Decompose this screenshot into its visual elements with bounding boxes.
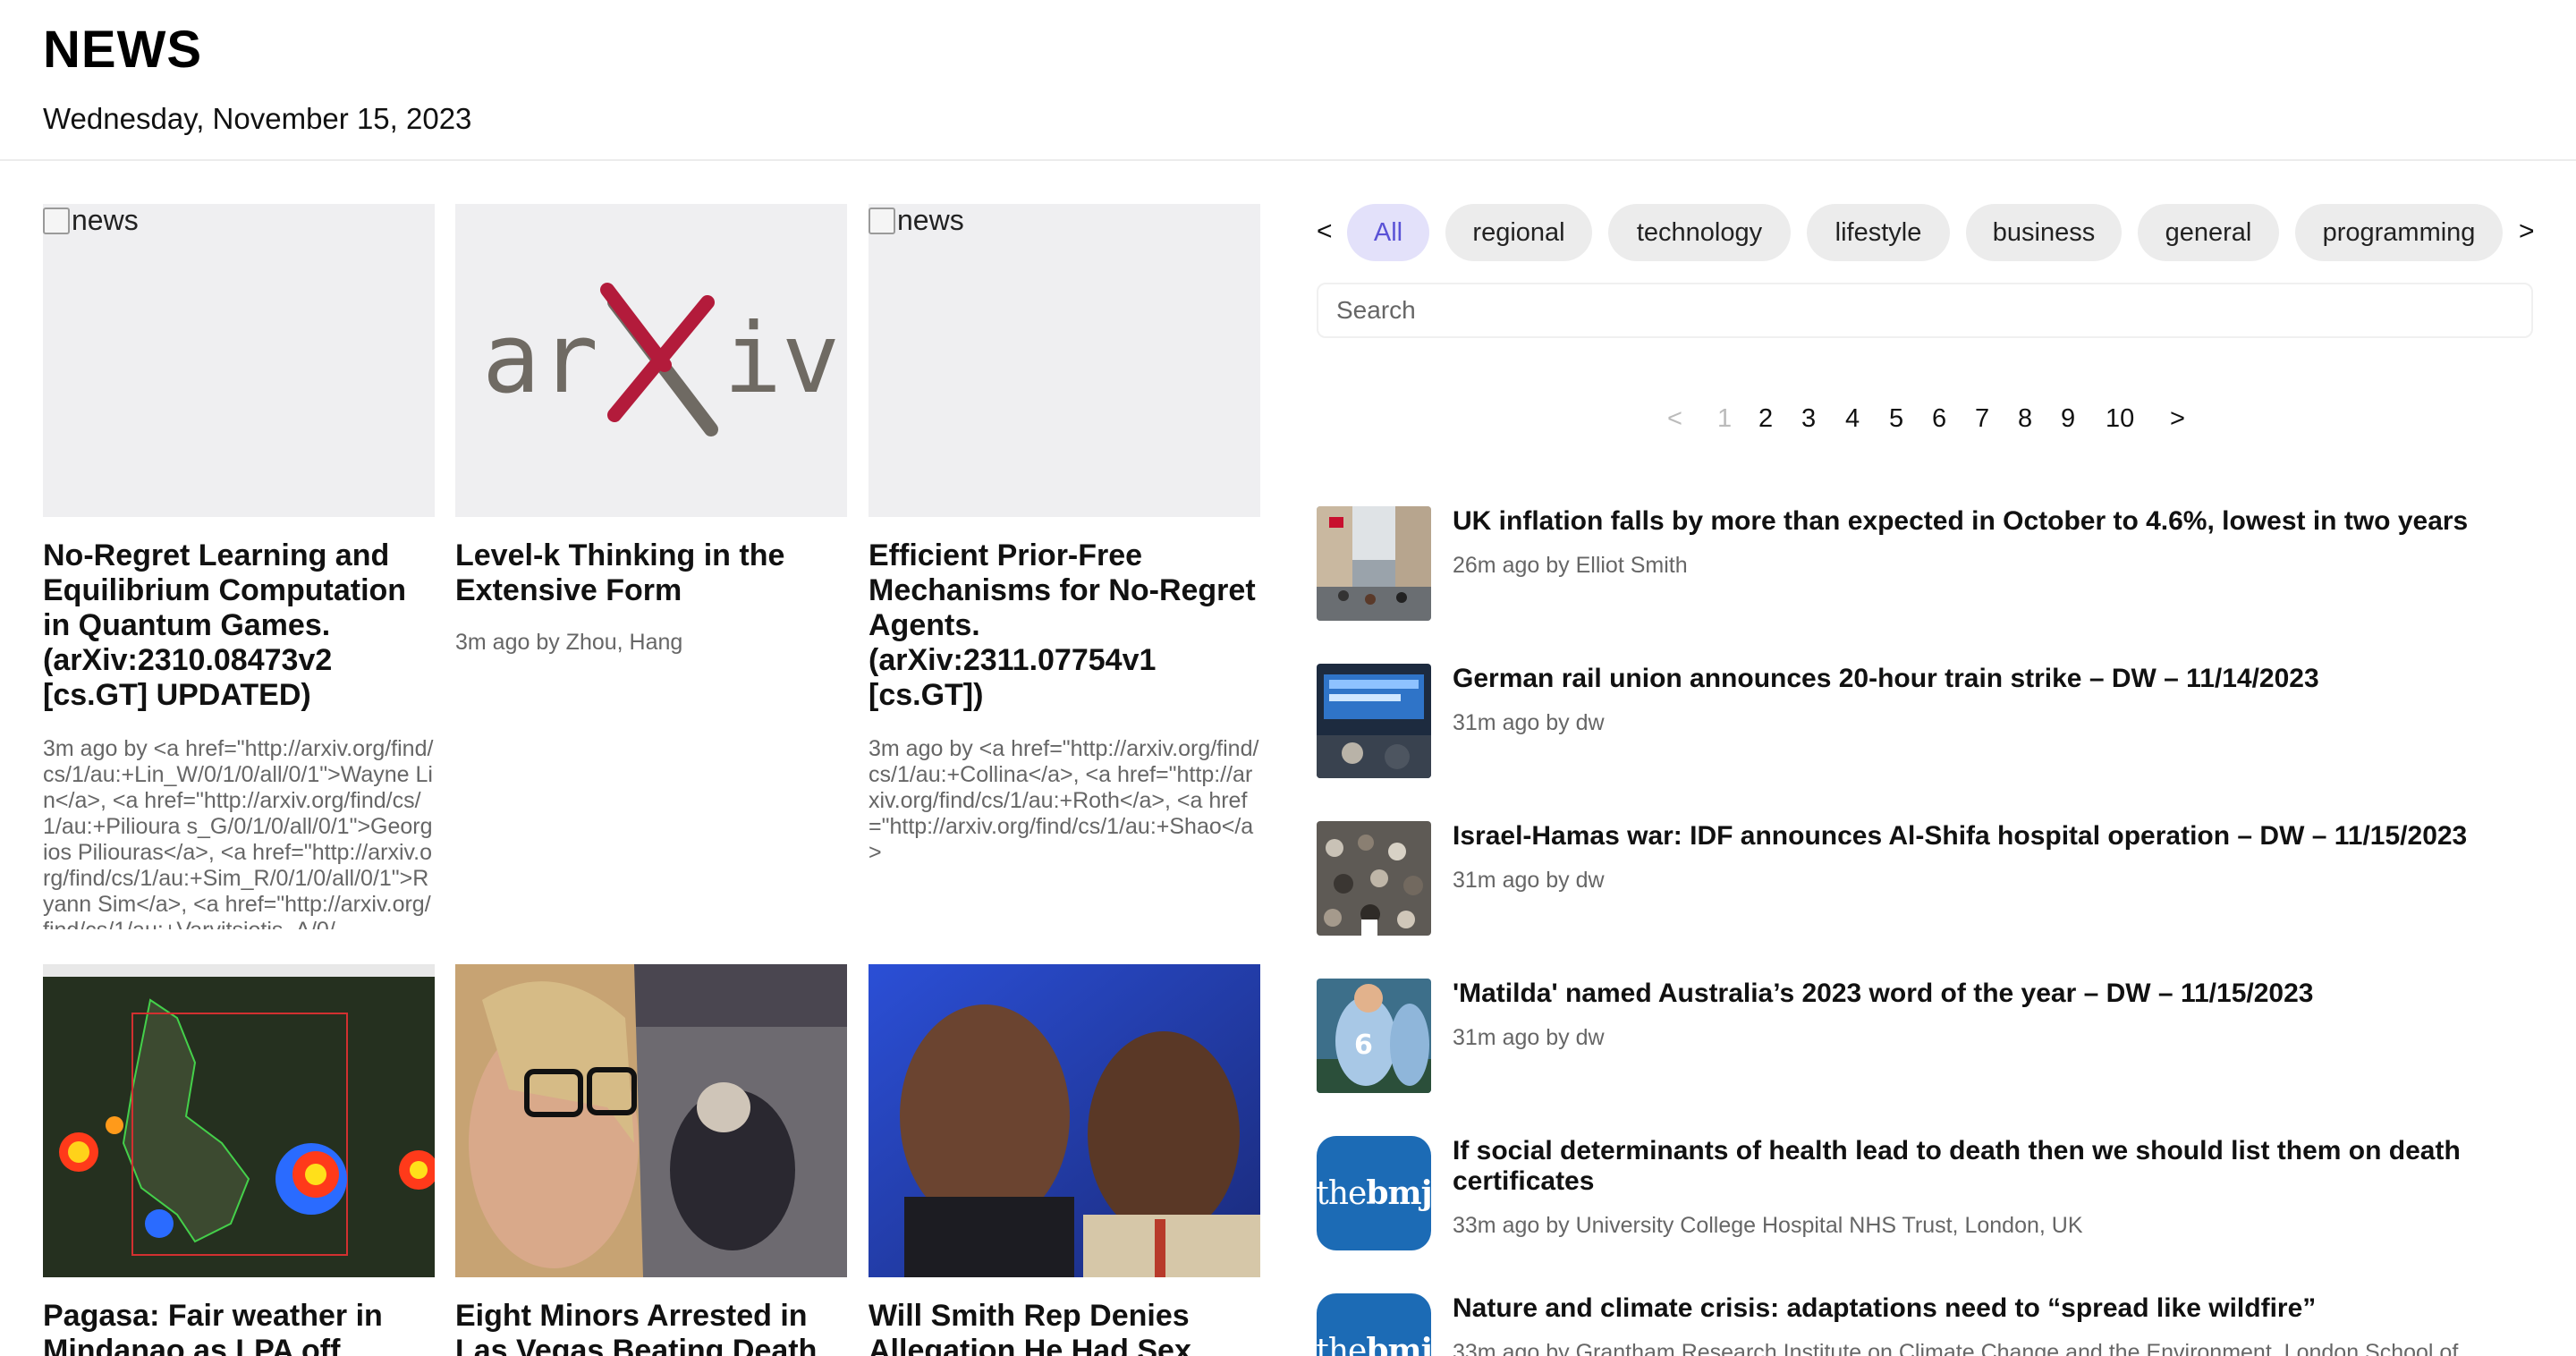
- bmj-logo: the bmj: [1317, 1293, 1431, 1356]
- will-smith-photo-image: [869, 964, 1260, 1277]
- card-title[interactable]: Level-k Thinking in the Extensive Form: [455, 538, 847, 608]
- news-title[interactable]: UK inflation falls by more than expected…: [1453, 506, 2526, 537]
- news-list-item[interactable]: the bmj If social determinants of health …: [1317, 1136, 2551, 1252]
- news-list-item[interactable]: 6 'Matilda' named Australia’s 2023 word …: [1317, 979, 2551, 1095]
- pagination-page-2[interactable]: 2: [1758, 404, 1773, 434]
- news-card[interactable]: ar iv Level-k Thinking in the Extensive …: [455, 204, 847, 656]
- card-image[interactable]: news: [43, 204, 435, 517]
- news-meta: 31m ago by dw: [1453, 1025, 1605, 1050]
- news-meta: 26m ago by Elliot Smith: [1453, 553, 1688, 578]
- news-title[interactable]: If social determinants of health lead to…: [1453, 1136, 2526, 1197]
- card-meta: 3m ago by <a href="http://arxiv.org/find…: [43, 736, 434, 929]
- news-list-item[interactable]: the bmj Nature and climate crisis: adapta…: [1317, 1293, 2551, 1356]
- news-title[interactable]: Nature and climate crisis: adaptations n…: [1453, 1293, 2526, 1324]
- news-list-item[interactable]: Israel-Hamas war: IDF announces Al-Shifa…: [1317, 821, 2551, 937]
- pagination-next-button[interactable]: >: [2170, 404, 2185, 434]
- crowd-thumb-image: [1317, 821, 1431, 936]
- pagination-page-6[interactable]: 6: [1932, 404, 1946, 434]
- pagination-page-8[interactable]: 8: [2018, 404, 2032, 434]
- arxiv-logo-text: ar: [482, 303, 598, 415]
- bmj-logo-bmj: bmj: [1366, 1174, 1431, 1212]
- card-title[interactable]: Eight Minors Arrested in Las Vegas Beati…: [455, 1299, 847, 1356]
- category-chip-programming[interactable]: programming: [2295, 204, 2503, 261]
- teen-photo-image: [455, 964, 847, 1277]
- pagination-page-1[interactable]: 1: [1717, 404, 1732, 434]
- svg-text:iv: iv: [724, 303, 840, 415]
- pagination: < 1 2 3 4 5 6 7 8 9 10 >: [1664, 404, 2200, 444]
- news-meta: 33m ago by Grantham Research Institute o…: [1453, 1340, 2459, 1356]
- broken-image-alt: news: [43, 204, 139, 237]
- card-meta: 3m ago by <a href="http://arxiv.org/find…: [869, 736, 1259, 865]
- card-image[interactable]: ar iv: [455, 204, 847, 517]
- pagination-page-10[interactable]: 10: [2106, 404, 2134, 434]
- featured-grid: news No-Regret Learning and Equilibrium …: [43, 204, 1260, 1356]
- pagination-page-9[interactable]: 9: [2061, 404, 2075, 434]
- news-meta: 33m ago by University College Hospital N…: [1453, 1213, 2083, 1238]
- rail-thumb-image: [1317, 664, 1431, 778]
- card-title[interactable]: Pagasa: Fair weather in Mindanao as LPA …: [43, 1299, 435, 1356]
- card-image[interactable]: news: [869, 204, 1260, 517]
- search-input[interactable]: [1317, 283, 2533, 338]
- news-meta: 31m ago by dw: [1453, 868, 1605, 893]
- current-date: Wednesday, November 15, 2023: [43, 102, 472, 135]
- news-list-item[interactable]: UK inflation falls by more than expected…: [1317, 506, 2551, 623]
- category-chip-general[interactable]: general: [2138, 204, 2279, 261]
- category-chip-business[interactable]: business: [1966, 204, 2122, 261]
- news-card[interactable]: Eight Minors Arrested in Las Vegas Beati…: [455, 964, 847, 1356]
- site-logo[interactable]: NEWS: [43, 20, 202, 80]
- pagination-page-5[interactable]: 5: [1889, 404, 1903, 434]
- street-thumb-image: [1317, 506, 1431, 621]
- card-title[interactable]: Will Smith Rep Denies Allegation He Had …: [869, 1299, 1260, 1356]
- card-title[interactable]: Efficient Prior-Free Mechanisms for No-R…: [869, 538, 1260, 713]
- news-title[interactable]: 'Matilda' named Australia’s 2023 word of…: [1453, 979, 2526, 1009]
- broken-image-alt: news: [869, 204, 964, 237]
- bmj-logo: the bmj: [1317, 1136, 1431, 1250]
- category-chip-technology[interactable]: technology: [1608, 204, 1791, 261]
- news-title[interactable]: German rail union announces 20-hour trai…: [1453, 664, 2526, 694]
- card-title[interactable]: No-Regret Learning and Equilibrium Compu…: [43, 538, 435, 713]
- bmj-logo-the: the: [1317, 1174, 1367, 1212]
- card-image[interactable]: [43, 964, 435, 1277]
- card-image[interactable]: [455, 964, 847, 1277]
- bmj-logo-the: the: [1317, 1332, 1367, 1356]
- news-list-item[interactable]: German rail union announces 20-hour trai…: [1317, 664, 2551, 780]
- broken-image-icon: [869, 207, 895, 234]
- svg-text:6: 6: [1354, 1030, 1373, 1061]
- news-card[interactable]: Will Smith Rep Denies Allegation He Had …: [869, 964, 1260, 1356]
- pagination-page-3[interactable]: 3: [1801, 404, 1816, 434]
- page-header: NEWS Wednesday, November 15, 2023: [0, 0, 2576, 161]
- news-meta: 31m ago by dw: [1453, 710, 1605, 735]
- news-card[interactable]: news No-Regret Learning and Equilibrium …: [43, 204, 435, 929]
- category-chip-regional[interactable]: regional: [1445, 204, 1592, 261]
- news-thumbnail[interactable]: [1317, 506, 1431, 621]
- news-thumbnail[interactable]: the bmj: [1317, 1136, 1431, 1250]
- news-thumbnail[interactable]: 6: [1317, 979, 1431, 1093]
- pagination-prev-button[interactable]: <: [1667, 404, 1682, 434]
- news-title[interactable]: Israel-Hamas war: IDF announces Al-Shifa…: [1453, 821, 2526, 852]
- bmj-logo-bmj: bmj: [1366, 1332, 1431, 1356]
- news-thumbnail[interactable]: [1317, 821, 1431, 936]
- card-meta: 3m ago by Zhou, Hang: [455, 630, 683, 655]
- category-chip-lifestyle[interactable]: lifestyle: [1807, 204, 1950, 261]
- category-chip-all[interactable]: All: [1347, 204, 1429, 261]
- image-alt-text: news: [72, 204, 139, 236]
- category-bar: < All regional technology lifestyle busi…: [1315, 204, 2540, 263]
- satellite-map-image: [43, 964, 435, 1277]
- broken-image-icon: [43, 207, 70, 234]
- news-card[interactable]: Pagasa: Fair weather in Mindanao as LPA …: [43, 964, 435, 1356]
- news-thumbnail[interactable]: [1317, 664, 1431, 778]
- category-prev-button[interactable]: <: [1317, 216, 1333, 247]
- card-image[interactable]: [869, 964, 1260, 1277]
- pagination-page-7[interactable]: 7: [1975, 404, 1989, 434]
- news-thumbnail[interactable]: the bmj: [1317, 1293, 1431, 1356]
- news-card[interactable]: news Efficient Prior-Free Mechanisms for…: [869, 204, 1260, 904]
- arxiv-logo: ar iv: [482, 283, 840, 436]
- category-next-button[interactable]: >: [2519, 216, 2535, 247]
- pagination-page-4[interactable]: 4: [1845, 404, 1860, 434]
- image-alt-text: news: [897, 204, 964, 236]
- football-thumb-image: 6: [1317, 979, 1431, 1093]
